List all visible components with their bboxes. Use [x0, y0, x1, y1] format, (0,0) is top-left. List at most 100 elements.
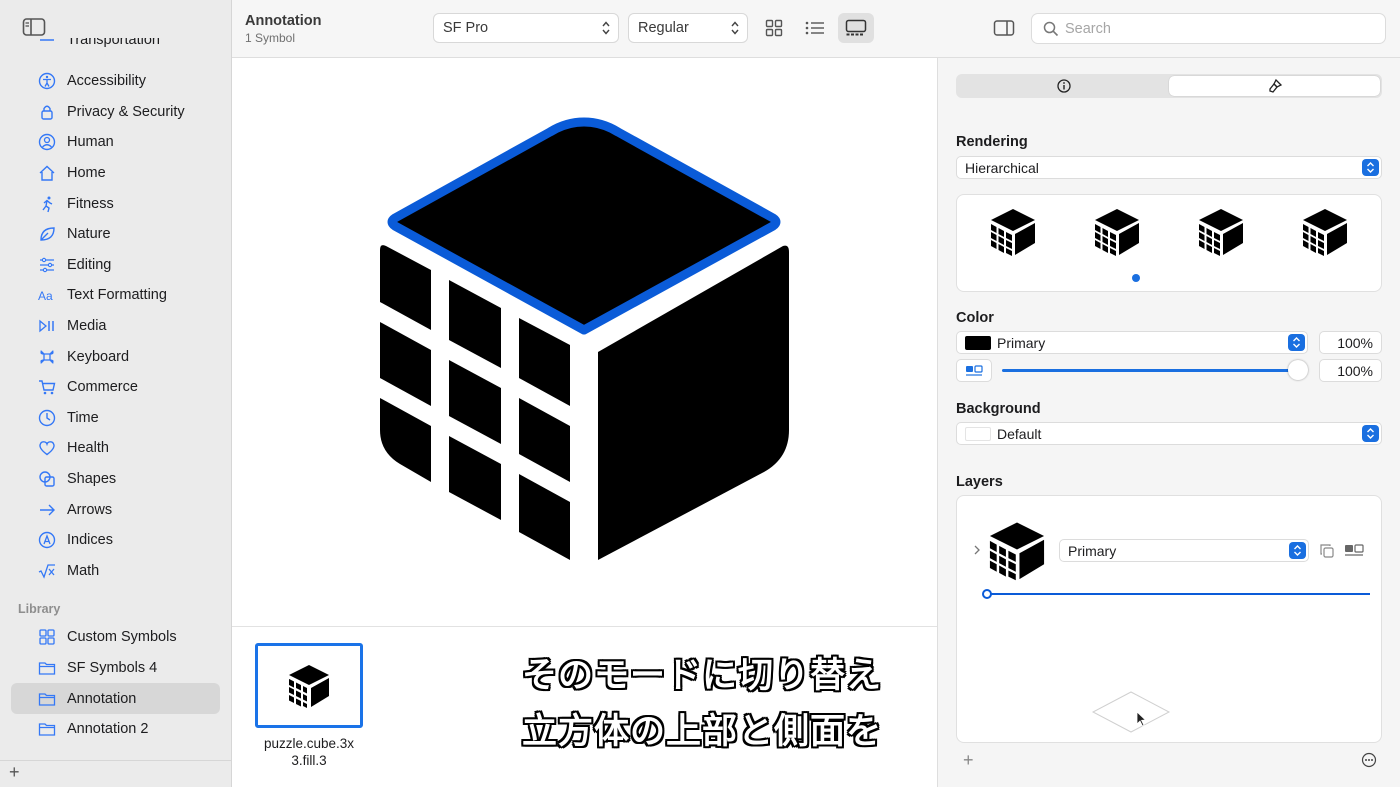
- heart-icon: [38, 439, 56, 457]
- background-value: Default: [997, 425, 1042, 442]
- layer-opacity-knob[interactable]: [982, 589, 992, 599]
- accessibility-icon: [38, 72, 56, 90]
- divider: [0, 760, 231, 761]
- layer-opacity-icon[interactable]: [1344, 544, 1364, 558]
- symbol-name: puzzle.cube.3x 3.fill.3: [249, 735, 369, 769]
- gallery-view-button[interactable]: [838, 13, 874, 43]
- symbol-thumbnail[interactable]: [255, 643, 363, 728]
- arrow-right-icon: [38, 501, 56, 519]
- duplicate-icon[interactable]: [1319, 543, 1335, 559]
- command-icon: [38, 348, 56, 366]
- symbol-count: 1 Symbol: [245, 31, 296, 45]
- sidebar-item-label: SF Symbols 4: [67, 659, 158, 676]
- sidebar-item-custom-symbols[interactable]: Custom Symbols: [11, 622, 220, 653]
- background-label: Background: [956, 401, 1041, 417]
- textformat-icon: Aa: [38, 286, 56, 304]
- drop-placeholder-icon: [1091, 691, 1171, 733]
- search-placeholder: Search: [1065, 21, 1111, 37]
- library-header: Library: [18, 602, 61, 617]
- selected-mode-indicator: [1132, 274, 1140, 282]
- background-popup[interactable]: Default: [956, 422, 1382, 445]
- sidebar-toggle-icon[interactable]: [22, 17, 46, 37]
- person-circle-icon: [38, 133, 56, 151]
- sidebar-list: Transportation Accessibility Privacy & Se…: [11, 38, 220, 744]
- sidebar-item-home[interactable]: Home: [11, 158, 220, 189]
- sidebar-item-label: Arrows: [67, 501, 113, 518]
- sidebar-item-human[interactable]: Human: [11, 127, 220, 158]
- sidebar-item-label: Fitness: [67, 195, 114, 212]
- add-collection-button[interactable]: +: [9, 763, 23, 781]
- sidebar-item-label: Annotation 2: [67, 721, 149, 738]
- sidebar-item-label: Media: [67, 318, 107, 335]
- sidebar-item-media[interactable]: Media: [11, 311, 220, 342]
- figure-run-icon: [38, 195, 56, 213]
- sidebar-item-label: Editing: [67, 256, 112, 273]
- info-icon: [1056, 79, 1071, 93]
- sidebar-item-math[interactable]: Math: [11, 556, 220, 587]
- list-view-button[interactable]: [797, 13, 833, 43]
- search-field[interactable]: Search: [1031, 13, 1386, 44]
- sidebar-item-text-formatting[interactable]: Aa Text Formatting: [11, 280, 220, 311]
- sidebar-item-commerce[interactable]: Commerce: [11, 372, 220, 403]
- opacity-slider-value[interactable]: 100%: [1319, 359, 1382, 382]
- sidebar-item-label: Shapes: [67, 471, 117, 488]
- video-caption-line2: 立方体の上部と側面を: [522, 712, 883, 751]
- sidebar-item-fitness[interactable]: Fitness: [11, 188, 220, 219]
- opacity-slider-track[interactable]: [1002, 369, 1298, 372]
- sidebar-item-nature[interactable]: Nature: [11, 219, 220, 250]
- sidebar-item-annotation[interactable]: Annotation: [11, 683, 220, 714]
- grid-view-button[interactable]: [756, 13, 792, 43]
- car-icon: [38, 38, 56, 52]
- symbol-name-line1: puzzle.cube.3x: [263, 736, 355, 751]
- sidebar-item-annotation-2[interactable]: Annotation 2: [11, 714, 220, 745]
- mode-palette[interactable]: [1195, 207, 1247, 259]
- paintbrush-icon: [1268, 78, 1282, 93]
- sidebar-item-editing[interactable]: Editing: [11, 250, 220, 281]
- sidebar-item-privacy-security[interactable]: Privacy & Security: [11, 97, 220, 128]
- sidebar-item-time[interactable]: Time: [11, 403, 220, 434]
- mode-monochrome[interactable]: [987, 207, 1039, 259]
- clock-icon: [38, 409, 56, 427]
- sidebar-item-health[interactable]: Health: [11, 433, 220, 464]
- grid-icon: [38, 628, 56, 646]
- sidebar-item-keyboard[interactable]: Keyboard: [11, 341, 220, 372]
- font-family-popup[interactable]: SF Pro: [433, 13, 619, 43]
- sidebar-item-arrows[interactable]: Arrows: [11, 494, 220, 525]
- mode-multicolor[interactable]: [1299, 207, 1351, 259]
- opacity-mode-button[interactable]: [956, 359, 992, 382]
- layer-color-value: Primary: [1068, 542, 1117, 559]
- layer-opacity-track[interactable]: [987, 593, 1370, 595]
- tab-customize[interactable]: [1169, 76, 1380, 96]
- sidebar-item-indices[interactable]: Indices: [11, 525, 220, 556]
- sidebar-item-transportation[interactable]: Transportation: [11, 38, 220, 66]
- layers-panel: Primary: [956, 495, 1382, 743]
- inspector-panel: Rendering Hierarchical Color Primary 100…: [937, 58, 1400, 787]
- more-options-icon[interactable]: [1361, 752, 1377, 768]
- layer-opacity-icon: [966, 364, 983, 376]
- sidebar-item-label: Home: [67, 165, 106, 182]
- sidebar-item-label: Math: [67, 562, 100, 579]
- video-caption-line1: そのモードに切り替え: [522, 656, 883, 695]
- opacity-slider-knob[interactable]: [1288, 360, 1308, 380]
- sidebar-item-shapes[interactable]: Shapes: [11, 464, 220, 495]
- sidebar-item-label: Transportation: [67, 38, 160, 48]
- inspector-toggle-icon[interactable]: [993, 19, 1015, 37]
- color-label: Color: [956, 310, 994, 326]
- mode-hierarchical[interactable]: [1091, 207, 1143, 259]
- add-layer-button[interactable]: +: [963, 751, 974, 769]
- sidebar-item-sf-symbols-4[interactable]: SF Symbols 4: [11, 653, 220, 684]
- tab-info[interactable]: [958, 76, 1169, 96]
- layer-preview-icon: [989, 522, 1045, 581]
- chevron-right-icon[interactable]: [973, 544, 981, 556]
- color-popup[interactable]: Primary: [956, 331, 1308, 354]
- rendering-popup[interactable]: Hierarchical: [956, 156, 1382, 179]
- search-icon: [1043, 21, 1059, 37]
- inspector-tabs: [956, 74, 1382, 98]
- color-value: Primary: [997, 334, 1046, 351]
- sidebar-item-label: Privacy & Security: [67, 103, 185, 120]
- sidebar-item-accessibility[interactable]: Accessibility: [11, 66, 220, 97]
- puzzle-cube-icon: [289, 664, 329, 708]
- color-opacity-field[interactable]: 100%: [1319, 331, 1382, 354]
- weight-popup[interactable]: Regular: [628, 13, 748, 43]
- layer-color-popup[interactable]: Primary: [1059, 539, 1309, 562]
